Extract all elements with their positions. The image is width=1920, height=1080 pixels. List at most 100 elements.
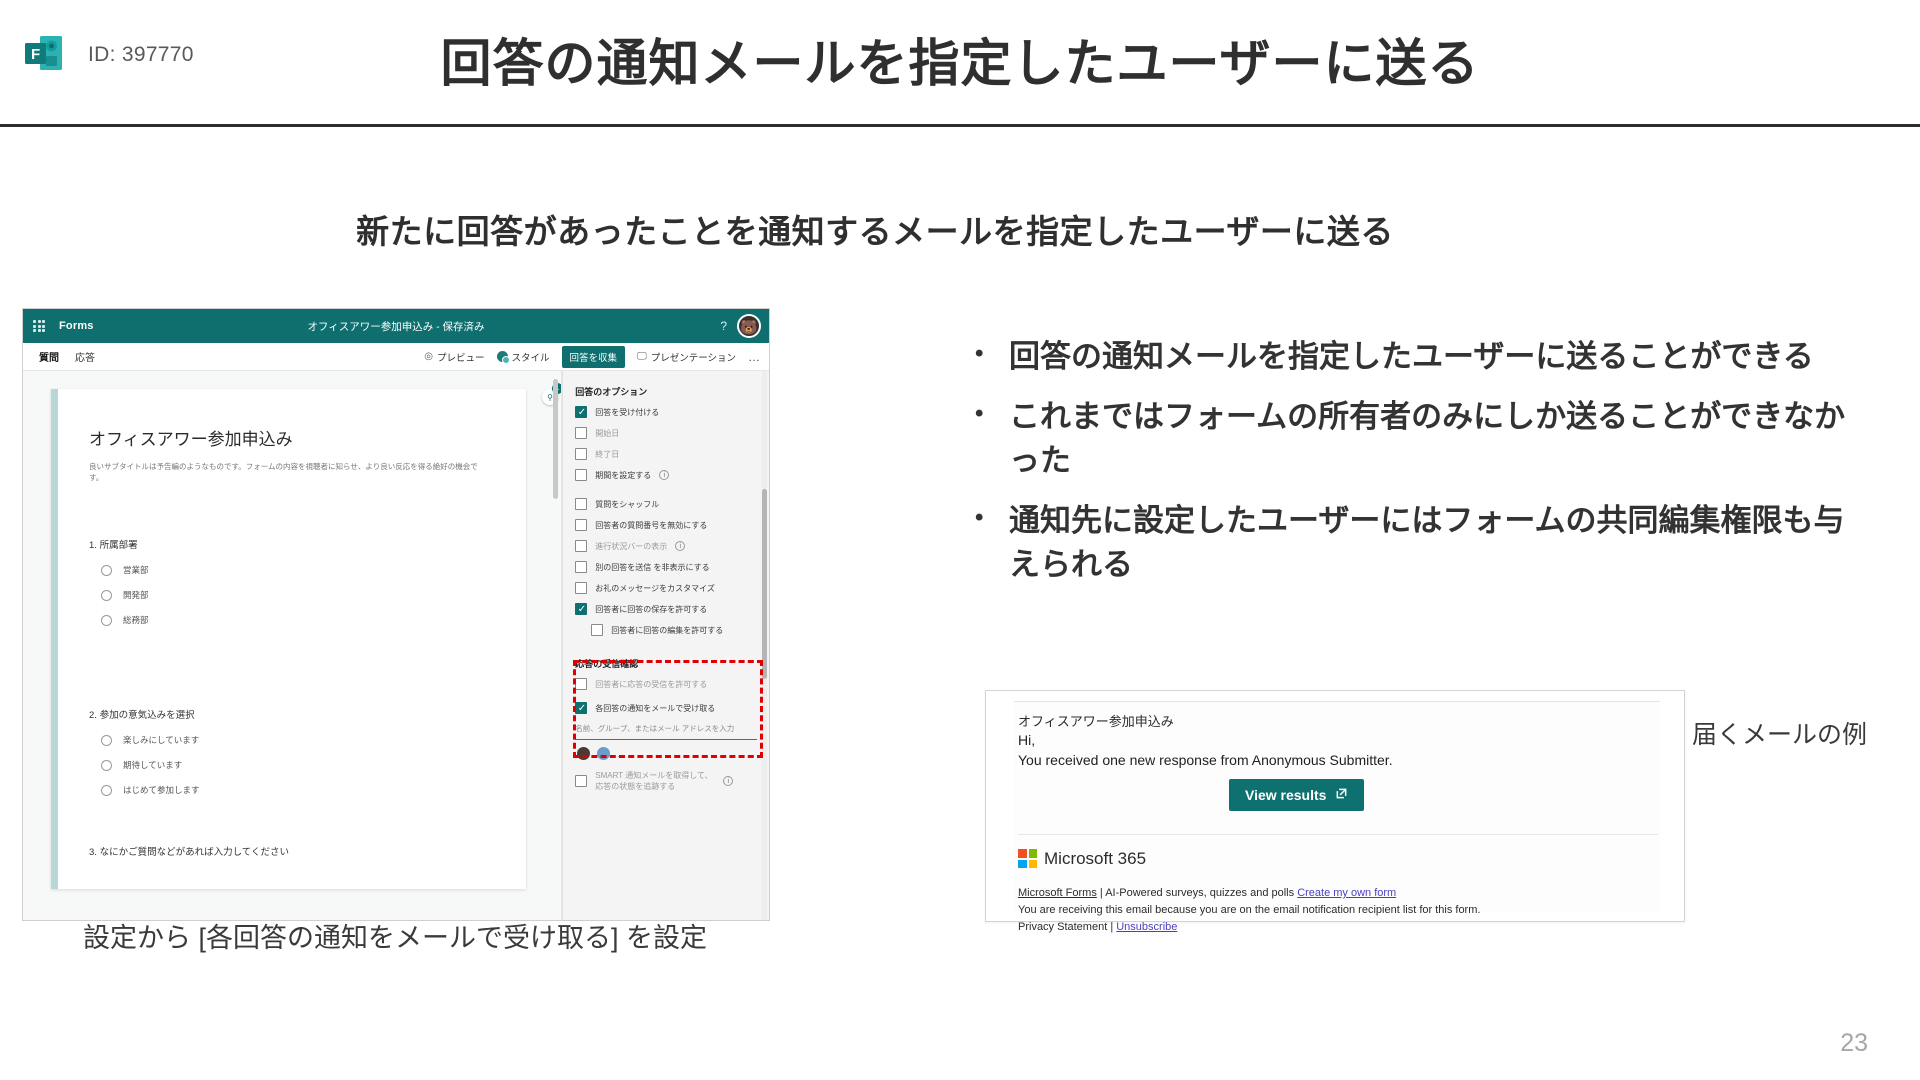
setting-label: 回答者に回答の保存を許可する [595, 604, 708, 614]
settings-section-title-2: 応答の受信確認 [575, 659, 639, 669]
radio-icon[interactable] [101, 784, 112, 796]
setting-label: SMART 通知メールを取得して、応答の状態を追跡する [595, 771, 713, 791]
checkbox-icon[interactable] [575, 775, 588, 787]
setting-shuffle-questions[interactable]: 質問をシャッフル [575, 498, 769, 510]
info-icon[interactable]: i [723, 776, 734, 786]
option-row[interactable]: 開発部 [101, 589, 149, 601]
tab-responses[interactable]: 応答 [75, 349, 95, 364]
recipient-input[interactable]: 名前、グループ、またはメール アドレスを入力 [575, 723, 769, 734]
radio-icon[interactable] [101, 759, 112, 771]
option-row[interactable]: 営業部 [101, 564, 149, 576]
email-body: オフィスアワー参加申込み Hi, You received one new re… [1014, 701, 1660, 933]
checkbox-icon[interactable] [575, 448, 588, 460]
help-icon[interactable]: ? [720, 319, 727, 333]
settings-spacer [563, 490, 769, 498]
unsubscribe-link[interactable]: Unsubscribe [1116, 921, 1177, 933]
setting-email-notification[interactable]: 各回答の通知をメールで受け取る [575, 702, 769, 716]
view-results-button[interactable]: View results [1229, 779, 1365, 811]
setting-allow-edit-response[interactable]: 回答者に回答の編集を許可する [591, 624, 769, 636]
checkbox-icon[interactable] [575, 498, 588, 510]
page-title: 回答の通知メールを指定したユーザーに送る [440, 35, 1480, 92]
option-label: 総務部 [123, 615, 149, 625]
radio-icon[interactable] [101, 734, 112, 746]
info-icon[interactable]: i [659, 470, 670, 480]
avatar-glyph: 🐻 [740, 318, 758, 335]
setting-end-date[interactable]: 終了日 [575, 448, 769, 460]
setting-smart-notification[interactable]: SMART 通知メールを取得して、応答の状態を追跡する i [575, 770, 769, 792]
radio-icon[interactable] [101, 614, 112, 626]
checkbox-icon[interactable] [575, 561, 588, 573]
microsoft-logo-icon [1018, 849, 1037, 868]
canvas-scrollbar[interactable] [553, 379, 559, 499]
privacy-statement-text: Privacy Statement | [1018, 921, 1117, 933]
forms-document-name[interactable]: オフィスアワー参加申込み - 保存済み [23, 319, 769, 334]
collect-responses-button[interactable]: 回答を収集 [561, 345, 626, 368]
setting-set-period[interactable]: 期間を設定する i [575, 469, 769, 481]
tab-questions[interactable]: 質問 [39, 349, 59, 364]
style-label: スタイル [511, 352, 550, 364]
checkbox-icon[interactable] [575, 678, 588, 690]
recipient-more-icon[interactable]: … [617, 749, 627, 759]
setting-label: 回答者の質問番号を無効にする [595, 520, 708, 530]
setting-label: 期間を設定する [595, 470, 652, 480]
option-row[interactable]: はじめて参加します [101, 784, 200, 796]
form-title[interactable]: オフィスアワー参加申込み [89, 425, 293, 450]
preview-button[interactable]: ◎ プレビュー [424, 350, 484, 364]
radio-icon[interactable] [101, 589, 112, 601]
option-row[interactable]: 期待しています [101, 759, 200, 771]
option-label: 開発部 [123, 590, 149, 600]
recipient-avatar-icon[interactable] [577, 747, 591, 760]
avatar[interactable]: 🐻 [737, 314, 761, 338]
option-label: 営業部 [123, 565, 149, 575]
setting-label: 開始日 [595, 428, 620, 438]
setting-disable-question-numbers[interactable]: 回答者の質問番号を無効にする [575, 519, 769, 531]
page-number: 23 [1840, 1029, 1868, 1057]
microsoft-forms-link[interactable]: Microsoft Forms [1018, 887, 1097, 899]
setting-allow-save-response[interactable]: 回答者に回答の保存を許可する [575, 603, 769, 617]
option-row[interactable]: 総務部 [101, 614, 149, 626]
checkbox-icon[interactable] [575, 427, 588, 439]
question-1-title: 1. 所属部署 [89, 540, 138, 551]
setting-hide-submit-another[interactable]: 別の回答を送信 を非表示にする [575, 561, 769, 573]
presentation-button[interactable]: 🖵 プレゼンテーション [637, 350, 736, 364]
checkbox-icon[interactable] [575, 519, 588, 531]
settings-section-title-1: 回答のオプション [575, 387, 648, 397]
settings-spacer [563, 645, 769, 653]
slide-root: F ID: 397770 回答の通知メールを指定したユーザーに送る 新たに回答が… [0, 0, 1920, 1080]
setting-accept-responses[interactable]: 回答を受け付ける [575, 406, 769, 420]
setting-customize-thankyou[interactable]: お礼のメッセージをカスタマイズ [575, 582, 769, 594]
panel-scrollbar-thumb[interactable] [762, 489, 767, 679]
email-body-text: You received one new response from Anony… [1018, 752, 1393, 768]
setting-progress-bar[interactable]: 進行状況バーの表示 i [575, 540, 769, 552]
bullet-marker-icon: • [975, 400, 984, 428]
setting-label: お礼のメッセージをカスタマイズ [595, 583, 715, 593]
bullet-marker-icon: • [975, 340, 984, 367]
recipient-avatar-icon[interactable] [597, 747, 611, 760]
style-button[interactable]: スタイル [496, 350, 550, 364]
setting-label: 終了日 [595, 449, 620, 459]
create-form-link[interactable]: Create my own form [1297, 887, 1396, 899]
setting-allow-receipt[interactable]: 回答者に応答の受信を許可する [575, 678, 769, 690]
header-divider [0, 124, 1920, 127]
option-row[interactable]: 楽しみにしています [101, 734, 200, 746]
checkbox-icon[interactable] [575, 582, 588, 594]
email-divider [1018, 834, 1658, 835]
email-footer-line-3: Privacy Statement | Unsubscribe [1018, 921, 1177, 933]
checkbox-icon[interactable] [591, 624, 604, 636]
option-label: 期待しています [123, 760, 183, 770]
checkbox-icon[interactable] [575, 406, 588, 420]
radio-icon[interactable] [101, 564, 112, 576]
setting-label: 回答を受け付ける [595, 407, 660, 417]
email-greeting: Hi, [1018, 732, 1036, 748]
checkbox-icon[interactable] [575, 469, 588, 481]
bullet-item-2: • これまではフォームの所有者のみにしか送ることができなかった [975, 395, 1865, 483]
more-options-icon[interactable]: … [748, 350, 761, 364]
checkbox-icon[interactable] [575, 603, 588, 617]
checkbox-icon[interactable] [575, 702, 588, 716]
info-icon[interactable]: i [675, 541, 686, 551]
setting-label: 質問をシャッフル [595, 499, 660, 509]
form-subtitle[interactable]: 良いサブタイトルは予告編のようなものです。フォームの内容を視聴者に知らせ、より良… [89, 461, 489, 484]
form-card: オフィスアワー参加申込み 良いサブタイトルは予告編のようなものです。フォームの内… [51, 389, 526, 889]
checkbox-icon[interactable] [575, 540, 588, 552]
setting-start-date[interactable]: 開始日 [575, 427, 769, 439]
